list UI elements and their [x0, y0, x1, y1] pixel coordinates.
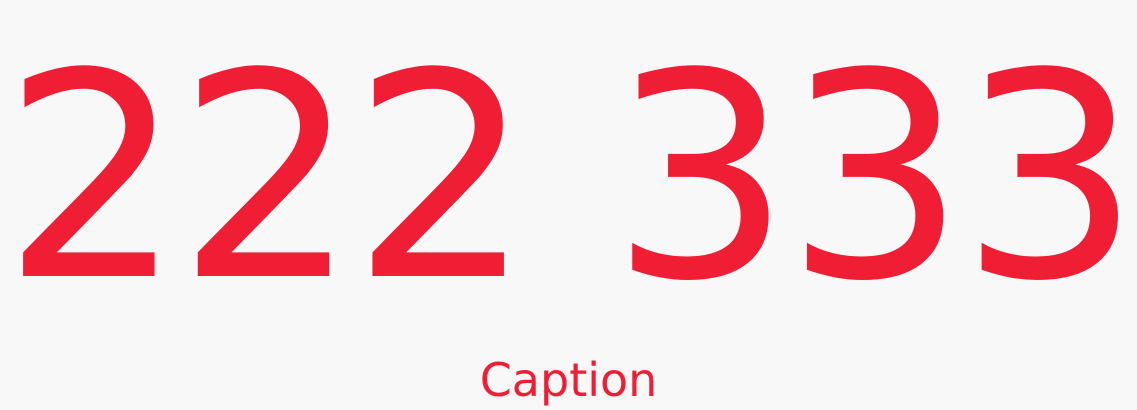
display-number: 222 333 [2, 12, 1137, 343]
caption-text: Caption [479, 353, 658, 407]
